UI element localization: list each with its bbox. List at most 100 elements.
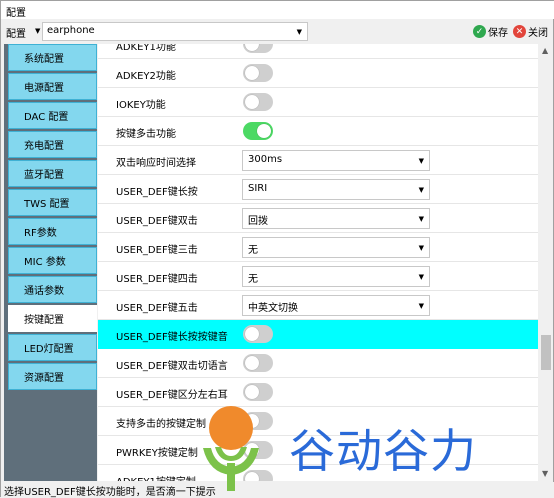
setting-select[interactable]: 无 ▼ <box>242 266 430 287</box>
setting-select-value: 300ms <box>248 154 283 165</box>
close-button[interactable]: ✕ 关闭 <box>513 23 548 40</box>
setting-label: 支持多击的按键定制 <box>116 419 206 430</box>
setting-toggle[interactable] <box>243 325 273 343</box>
setting-row: PWRKEY按键定制 <box>98 436 538 465</box>
setting-toggle[interactable] <box>243 470 273 481</box>
sidebar-item-label: 蓝牙配置 <box>24 170 64 181</box>
setting-select[interactable]: 中英文切换 ▼ <box>242 295 430 316</box>
setting-toggle[interactable] <box>243 383 273 401</box>
setting-label: ADKEY2功能 <box>116 71 176 82</box>
scrollbar-thumb[interactable] <box>541 335 551 370</box>
setting-label: USER_DEF键区分左右耳 <box>116 390 228 401</box>
sidebar-item[interactable]: LED灯配置 <box>8 334 97 361</box>
sidebar-item-label: 电源配置 <box>24 83 64 94</box>
toggle-knob <box>257 124 271 138</box>
setting-row: USER_DEF键长按 SIRI ▼ <box>98 175 538 204</box>
status-bar: 选择USER_DEF键长按功能时，是否滴一下提示 <box>1 482 554 498</box>
setting-label: USER_DEF键四击 <box>116 274 198 285</box>
sidebar-item-label: 系统配置 <box>24 54 64 65</box>
setting-label: USER_DEF键五击 <box>116 303 198 314</box>
window-title: 配置 <box>6 8 26 19</box>
status-text: 选择USER_DEF键长按功能时，是否滴一下提示 <box>4 487 216 498</box>
sidebar-item[interactable]: TWS 配置 <box>8 189 97 216</box>
profile-select[interactable]: earphone ▼ <box>42 22 308 41</box>
toggle-knob <box>245 95 259 109</box>
setting-row: USER_DEF键五击 中英文切换 ▼ <box>98 291 538 320</box>
setting-row: 双击响应时间选择 300ms ▼ <box>98 146 538 175</box>
config-window: 配置 配置 ▼ earphone ▼ ✓ 保存 ✕ 关闭 系统配置电源配置 DAC… <box>0 0 554 498</box>
setting-label: USER_DEF键三击 <box>116 245 198 256</box>
setting-toggle[interactable] <box>243 441 273 459</box>
sidebar-item[interactable]: 按键配置 <box>8 305 97 332</box>
sidebar-item[interactable]: 充电配置 <box>8 131 97 158</box>
sidebar-item-label: LED灯配置 <box>24 344 74 355</box>
setting-toggle[interactable] <box>243 93 273 111</box>
chevron-down-icon: ▼ <box>418 244 424 252</box>
close-button-label: 关闭 <box>528 28 548 39</box>
sidebar-item[interactable]: 通话参数 <box>8 276 97 303</box>
setting-label: USER_DEF键长按按键音 <box>116 332 228 343</box>
setting-row: USER_DEF键区分左右耳 <box>98 378 538 407</box>
setting-label: 双击响应时间选择 <box>116 158 196 169</box>
setting-label: USER_DEF键双击切语言 <box>116 361 228 372</box>
setting-select-value: SIRI <box>248 183 268 194</box>
setting-label: USER_DEF键双击 <box>116 216 198 227</box>
setting-row: USER_DEF键长按按键音 <box>98 320 538 349</box>
setting-label: PWRKEY按键定制 <box>116 448 198 459</box>
sidebar-item-label: DAC 配置 <box>24 112 69 123</box>
save-button[interactable]: ✓ 保存 <box>473 23 508 40</box>
sidebar-item-label: 通话参数 <box>24 286 64 297</box>
toggle-knob <box>245 356 259 370</box>
setting-row: IOKEY功能 <box>98 88 538 117</box>
toggle-knob <box>245 385 259 399</box>
config-dropdown-icon[interactable]: ▼ <box>35 27 40 35</box>
sidebar-item[interactable]: 电源配置 <box>8 73 97 100</box>
chevron-down-icon: ▼ <box>418 302 424 310</box>
setting-toggle[interactable] <box>243 64 273 82</box>
toggle-knob <box>245 66 259 80</box>
sidebar-item-label: RF参数 <box>24 228 57 239</box>
toolbar: 配置 ▼ earphone ▼ ✓ 保存 ✕ 关闭 <box>1 21 554 43</box>
sidebar-item[interactable]: RF参数 <box>8 218 97 245</box>
setting-row: USER_DEF键双击切语言 <box>98 349 538 378</box>
setting-label: ADKEY1按键定制 <box>116 473 196 481</box>
chevron-down-icon: ▼ <box>296 28 302 36</box>
setting-row: 按键多击功能 <box>98 117 538 146</box>
sidebar-item[interactable]: DAC 配置 <box>8 102 97 129</box>
setting-label: ADKEY1功能 <box>116 44 176 53</box>
toggle-knob <box>245 327 259 341</box>
toggle-knob <box>245 472 259 481</box>
sidebar-item-label: 充电配置 <box>24 141 64 152</box>
save-button-label: 保存 <box>488 28 508 39</box>
sidebar-item[interactable]: 资源配置 <box>8 363 97 390</box>
setting-toggle[interactable] <box>243 122 273 140</box>
vertical-scrollbar[interactable]: ▲ ▼ <box>539 44 553 481</box>
profile-select-value: earphone <box>47 25 95 36</box>
setting-select[interactable]: 300ms ▼ <box>242 150 430 171</box>
sidebar-item[interactable]: 系统配置 <box>8 44 97 71</box>
setting-toggle[interactable] <box>243 412 273 430</box>
scroll-down-icon[interactable]: ▼ <box>542 469 548 478</box>
setting-select[interactable]: SIRI ▼ <box>242 179 430 200</box>
setting-select-value: 无 <box>248 245 258 256</box>
setting-select-value: 无 <box>248 274 258 285</box>
setting-select[interactable]: 回拨 ▼ <box>242 208 430 229</box>
chevron-down-icon: ▼ <box>418 157 424 165</box>
sidebar-item-label: MIC 参数 <box>24 257 66 268</box>
toggle-knob <box>245 414 259 428</box>
setting-select-value: 回拨 <box>248 216 268 227</box>
sidebar-item[interactable]: 蓝牙配置 <box>8 160 97 187</box>
setting-select[interactable]: 无 ▼ <box>242 237 430 258</box>
sidebar: 系统配置电源配置 DAC 配置 充电配置蓝牙配置 TWS 配置 RF参数 MIC 参数 通话… <box>4 44 97 481</box>
setting-toggle[interactable] <box>243 44 273 53</box>
setting-label: USER_DEF键长按 <box>116 187 198 198</box>
sidebar-item-label: TWS 配置 <box>24 199 70 210</box>
setting-toggle[interactable] <box>243 354 273 372</box>
config-label: 配置 <box>6 29 26 40</box>
title-bar: 配置 <box>1 1 554 19</box>
sidebar-item[interactable]: MIC 参数 <box>8 247 97 274</box>
scroll-up-icon[interactable]: ▲ <box>542 46 548 55</box>
setting-row: ADKEY1功能 <box>98 44 538 59</box>
setting-row: USER_DEF键四击 无 ▼ <box>98 262 538 291</box>
settings-panel[interactable]: ADKEY1功能 ADKEY2功能 IOKEY功能 按键多击功能双击响应时间选择 300… <box>98 44 538 481</box>
